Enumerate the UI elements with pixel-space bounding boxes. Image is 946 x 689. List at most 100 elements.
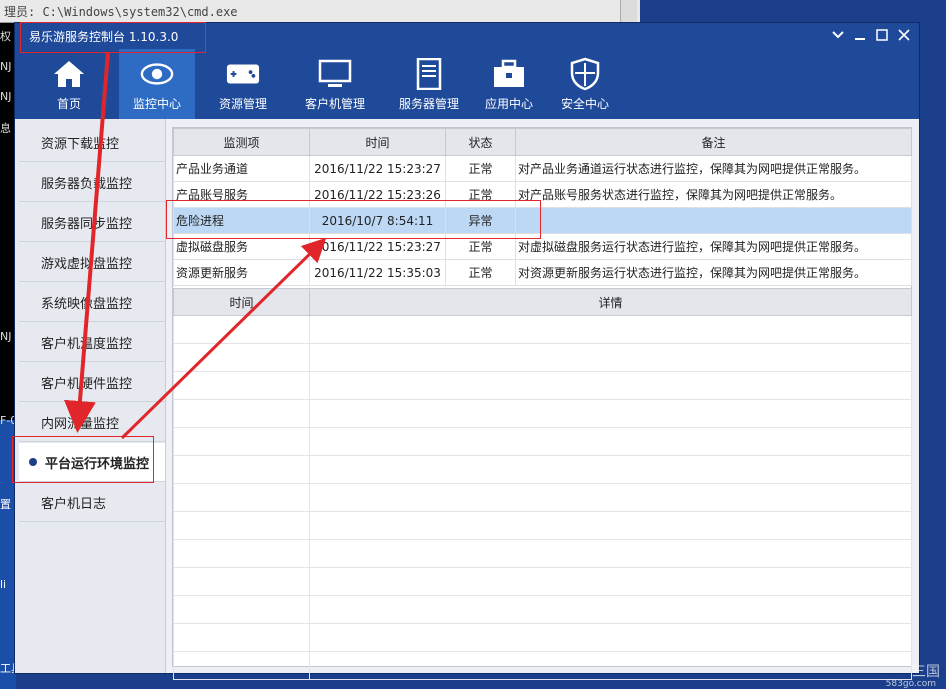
cell-time: 2016/11/22 15:35:03 xyxy=(309,259,446,286)
sidebar-item-9[interactable]: 客户机日志 xyxy=(19,483,165,522)
sidebar-item-3[interactable]: 游戏虚拟盘监控 xyxy=(19,243,165,282)
detail-header-0[interactable]: 时间 xyxy=(173,288,310,316)
nav-item-4[interactable]: 服务器管理 xyxy=(383,49,475,119)
cmd-title-text: 理员: C:\Windows\system32\cmd.exe xyxy=(4,5,238,19)
cell-item: 危险进程 xyxy=(173,207,310,234)
table-row[interactable]: 虚拟磁盘服务 2016/11/22 15:23:27 正常 对虚拟磁盘服务运行状态进行… xyxy=(173,233,912,260)
cell-status: 正常 xyxy=(445,181,516,208)
sidebar-item-label: 内网流量监控 xyxy=(41,416,120,432)
sidebar-item-7[interactable]: 内网流量监控 xyxy=(19,403,165,442)
sidebar-item-2[interactable]: 服务器同步监控 xyxy=(19,203,165,242)
table-row xyxy=(173,623,912,652)
sidebar-item-6[interactable]: 客户机硬件监控 xyxy=(19,363,165,402)
sidebar: 资源下载监控 服务器负载监控 服务器同步监控游戏虚拟盘监控 系统映像盘监控客户机温度监… xyxy=(15,119,166,673)
nav-label: 首页 xyxy=(56,97,81,111)
sidebar-item-label: 服务器同步监控 xyxy=(41,216,133,232)
sidebar-item-label: 资源下载监控 xyxy=(41,136,120,152)
watermark-text: 三国 xyxy=(912,664,940,680)
nav-item-0[interactable]: 首页 xyxy=(31,49,107,119)
shield-icon xyxy=(568,57,602,91)
empty-cell xyxy=(173,651,310,680)
close-button[interactable] xyxy=(895,26,913,44)
cell-note: 对产品业务通道运行状态进行监控，保障其为网吧提供正常服务。 xyxy=(515,155,912,182)
maximize-button[interactable] xyxy=(873,26,891,44)
table-row[interactable]: 产品业务通道 2016/11/22 15:23:27 正常 对产品业务通道运行状态进行… xyxy=(173,155,912,182)
eye-icon xyxy=(140,57,174,91)
sidebar-item-label: 客户机温度监控 xyxy=(41,336,133,352)
empty-cell xyxy=(173,595,310,624)
monitor-grid-area: 监测项 时间 状态 备注 产品业务通道 2016/11/22 15:23:27 正常 对产品… xyxy=(172,127,912,680)
nav-item-3[interactable]: 客户机管理 xyxy=(291,49,379,119)
empty-cell xyxy=(173,399,310,428)
nav-label: 应用中心 xyxy=(484,97,533,111)
table-row xyxy=(173,315,912,344)
cmd-scrollbar[interactable] xyxy=(620,0,637,22)
empty-cell xyxy=(173,427,310,456)
empty-cell xyxy=(173,455,310,484)
empty-cell xyxy=(309,511,912,540)
table-row xyxy=(173,511,912,540)
cell-time: 2016/11/22 15:23:26 xyxy=(309,181,446,208)
close-icon xyxy=(898,29,910,41)
server-icon xyxy=(412,57,446,91)
nav-item-6[interactable]: 安全中心 xyxy=(547,49,623,119)
sidebar-item-8[interactable]: 平台运行环境监控 xyxy=(19,443,165,482)
nav-label: 资源管理 xyxy=(218,97,267,111)
sidebar-item-1[interactable]: 服务器负载监控 xyxy=(19,163,165,202)
monitor-header-0[interactable]: 监测项 xyxy=(173,128,310,156)
nav-item-2[interactable]: 资源管理 xyxy=(205,49,281,119)
empty-cell xyxy=(173,511,310,540)
sidebar-item-label: 平台运行环境监控 xyxy=(45,456,150,472)
monitor-header-3[interactable]: 备注 xyxy=(515,128,912,156)
table-row[interactable]: 资源更新服务 2016/11/22 15:35:03 正常 对资源更新服务运行状态进行… xyxy=(173,259,912,286)
table-row[interactable]: 危险进程 2016/10/7 8:54:11 异常 xyxy=(173,207,912,234)
nav-item-5[interactable]: 应用中心 xyxy=(471,49,547,119)
empty-cell xyxy=(309,483,912,512)
empty-cell xyxy=(309,567,912,596)
nav-item-1[interactable]: 监控中心 xyxy=(119,49,195,119)
table-row xyxy=(173,567,912,596)
minimize-button[interactable] xyxy=(851,26,869,44)
cell-note: 对虚拟磁盘服务运行状态进行监控，保障其为网吧提供正常服务。 xyxy=(515,233,912,260)
cell-time: 2016/10/7 8:54:11 xyxy=(309,207,446,234)
empty-cell xyxy=(173,343,310,372)
table-row[interactable]: 产品账号服务 2016/11/22 15:23:26 正常 对产品账号服务状态进行监控… xyxy=(173,181,912,208)
table-row xyxy=(173,483,912,512)
monitor-icon xyxy=(318,57,352,91)
empty-cell xyxy=(309,539,912,568)
empty-cell xyxy=(309,371,912,400)
monitor-header-2[interactable]: 状态 xyxy=(445,128,516,156)
cell-status: 异常 xyxy=(445,207,516,234)
cell-time: 2016/11/22 15:23:27 xyxy=(309,233,446,260)
empty-cell xyxy=(173,371,310,400)
empty-cell xyxy=(309,399,912,428)
sidebar-item-5[interactable]: 客户机温度监控 xyxy=(19,323,165,362)
sidebar-item-label: 服务器负载监控 xyxy=(41,176,133,192)
empty-cell xyxy=(309,427,912,456)
table-row xyxy=(173,595,912,624)
gamepad-icon xyxy=(226,57,260,91)
empty-cell xyxy=(173,567,310,596)
cell-status: 正常 xyxy=(445,233,516,260)
home-icon xyxy=(52,57,86,91)
cell-item: 虚拟磁盘服务 xyxy=(173,233,310,260)
sidebar-item-label: 客户机日志 xyxy=(41,496,107,512)
sidebar-item-4[interactable]: 系统映像盘监控 xyxy=(19,283,165,322)
empty-cell xyxy=(309,623,912,652)
cell-item: 资源更新服务 xyxy=(173,259,310,286)
cell-note: 对产品账号服务状态进行监控，保障其为网吧提供正常服务。 xyxy=(515,181,912,208)
dropdown-menu-button[interactable] xyxy=(829,26,847,44)
sidebar-item-label: 客户机硬件监控 xyxy=(41,376,133,392)
watermark-sub-text: 583go.com xyxy=(885,679,936,689)
detail-header-1[interactable]: 详情 xyxy=(309,288,912,316)
monitor-header-1[interactable]: 时间 xyxy=(309,128,446,156)
table-row xyxy=(173,539,912,568)
app-window: 易乐游服务控制台 1.10.3.0 首页 监控中心 资源管理 客户机管理 服务器管理 应用… xyxy=(14,22,920,680)
table-row xyxy=(173,455,912,484)
empty-cell xyxy=(309,315,912,344)
empty-cell xyxy=(309,595,912,624)
app-title: 易乐游服务控制台 1.10.3.0 xyxy=(29,30,179,44)
sidebar-item-0[interactable]: 资源下载监控 xyxy=(19,123,165,162)
nav-label: 监控中心 xyxy=(132,97,181,111)
empty-cell xyxy=(173,483,310,512)
